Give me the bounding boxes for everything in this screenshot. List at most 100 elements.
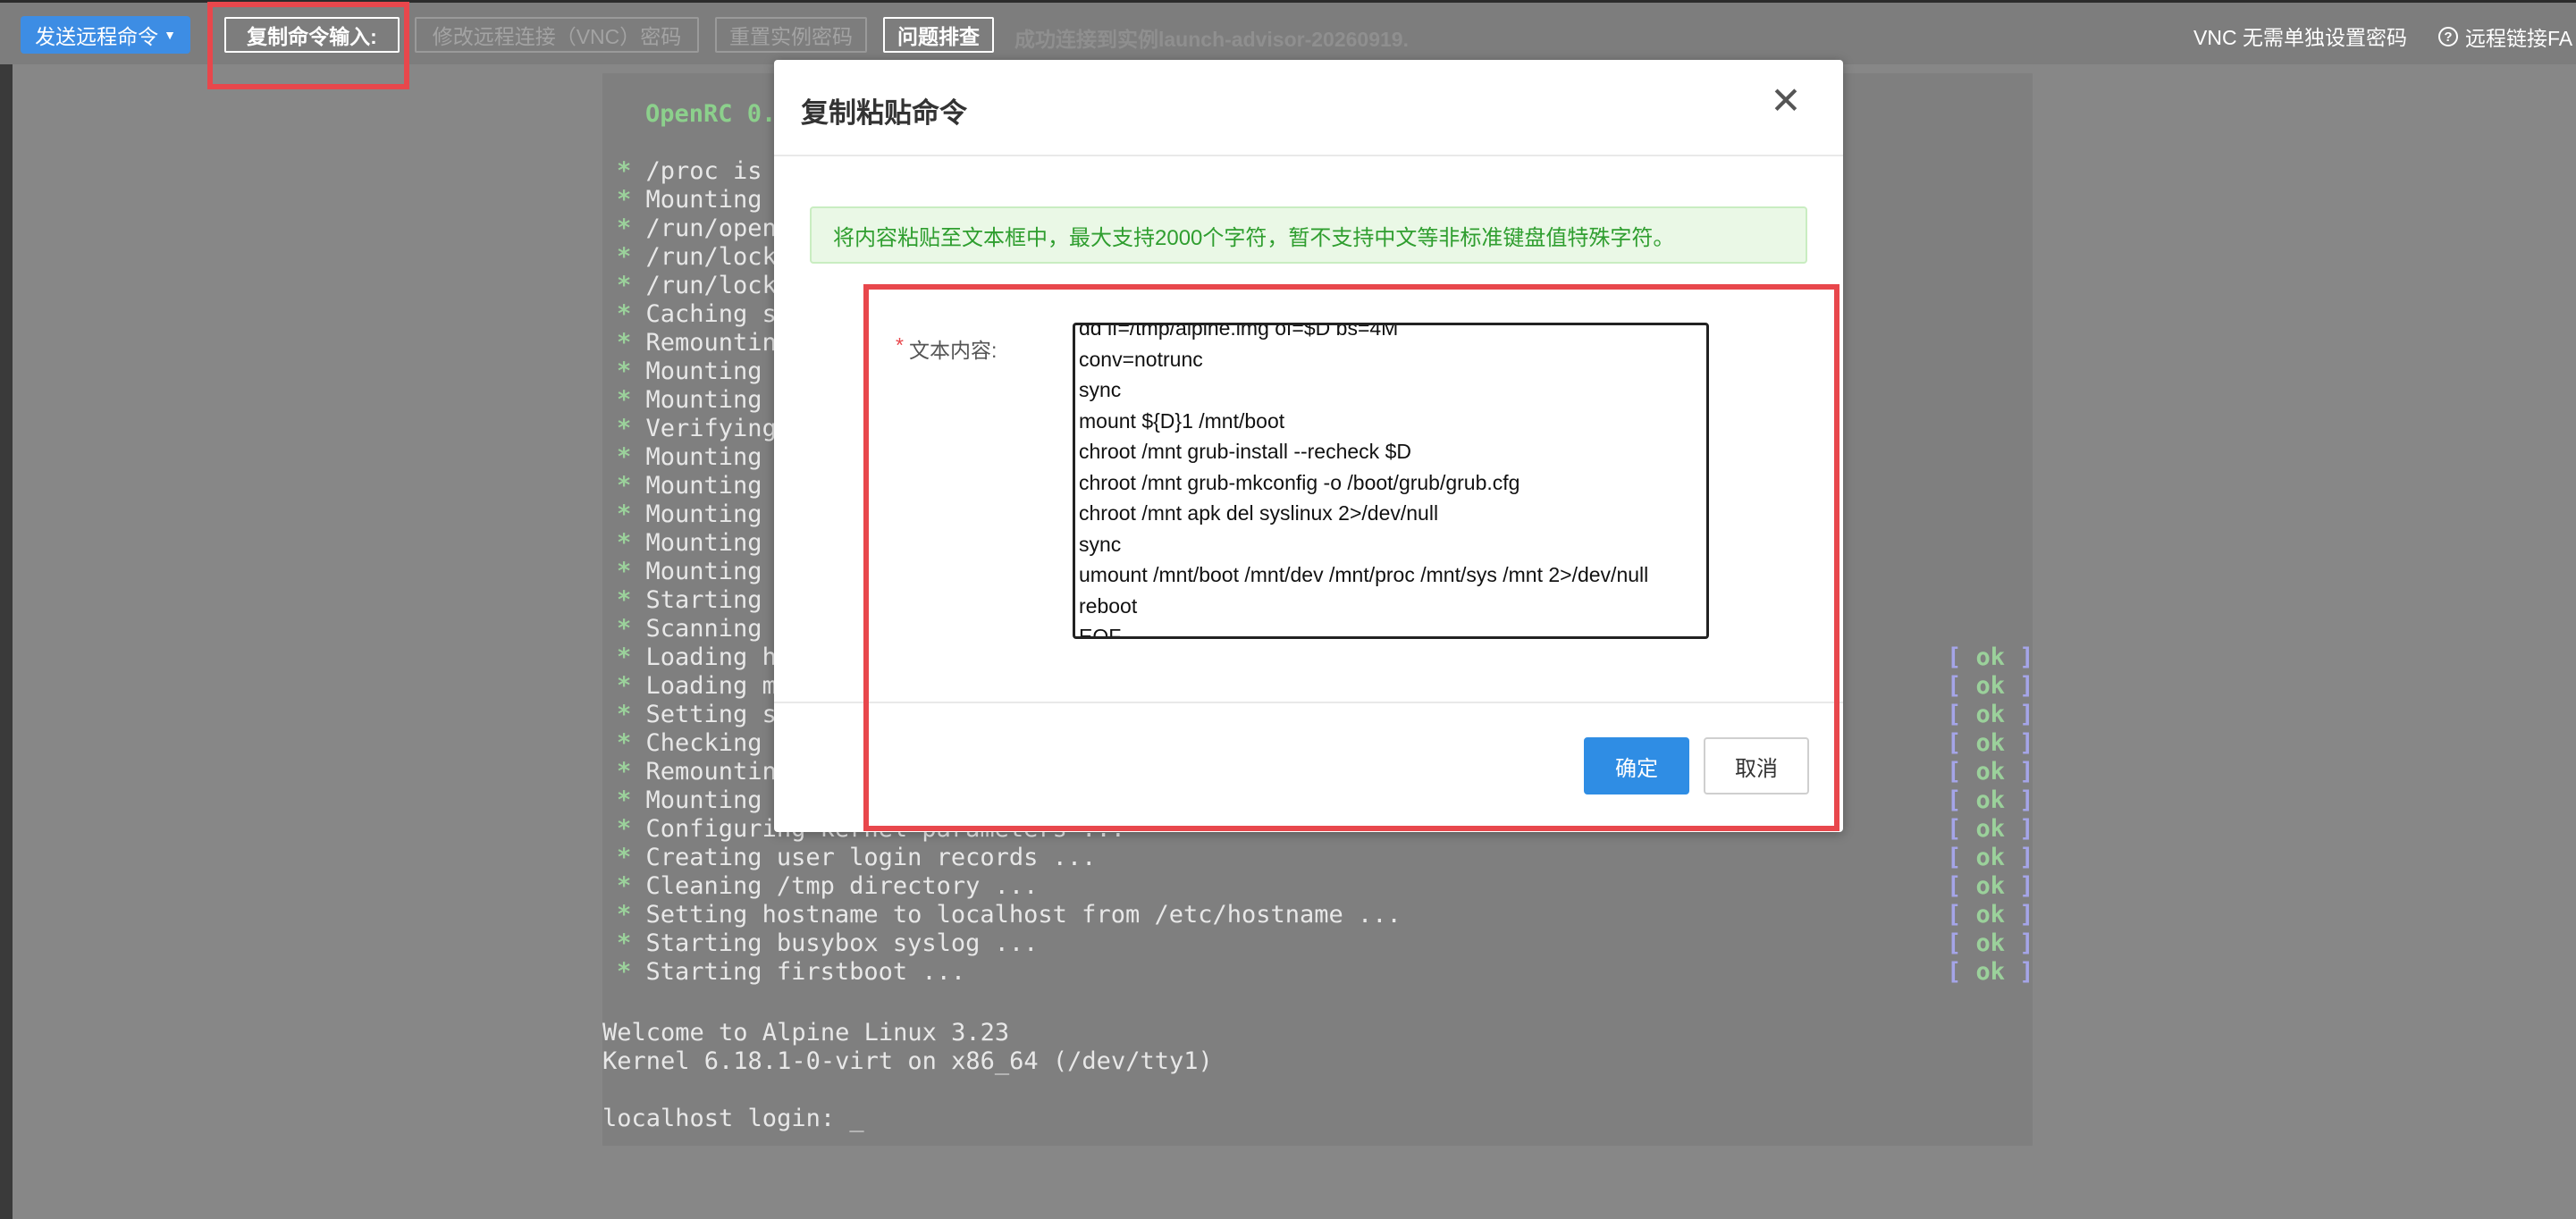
textarea-line: umount /mnt/boot /mnt/dev /mnt/proc /mnt… [1079,563,1649,586]
boot-log-bullet: * [617,701,632,728]
textarea-line: chroot /mnt grub-mkconfig -o /boot/grub/… [1079,470,1520,494]
ok-text: ok [1975,672,2006,700]
ok-text: ok [1975,758,2006,786]
reset-instance-password-button[interactable]: 重置实例密码 [715,17,867,53]
boot-log-text: Mounting [631,786,762,814]
boot-status-column: [ ok ][ ok ][ ok ][ ok ][ ok ][ ok ][ ok… [1947,643,2034,987]
textarea-line: conv=notrunc [1079,347,1203,371]
textarea-line: dd if=/tmp/alpine.img of=$D bs=4M [1079,323,1399,340]
boot-log-text: Mounting [631,472,762,500]
dialog-header: 复制粘贴命令 ✕ [774,60,1843,156]
boot-log-text: Cleaning /tmp directory ... [631,872,1039,900]
boot-status-ok: [ ok ] [1947,901,2034,929]
boot-log-bullet: * [617,586,632,614]
ok-text: ok [1975,872,2006,900]
textarea-line: reboot [1079,593,1138,618]
dialog-title: 复制粘贴命令 [801,97,967,129]
boot-log-bullet: * [617,901,632,929]
textarea-lines: dd if=/tmp/alpine.img of=$D bs=4M conv=no… [1079,323,1649,636]
boot-log-bullet: * [617,272,632,299]
boot-log-bullet: * [617,558,632,585]
bracket-open: [ [1947,815,1976,843]
boot-log-text: Setting hostname to localhost from /etc/… [631,901,1402,929]
boot-log-bullet: * [617,329,632,357]
boot-status-ok: [ ok ] [1947,815,2034,844]
console-footer-line: Kernel 6.18.1-0-virt on x86_64 (/dev/tty… [602,1047,1213,1075]
ok-text: ok [1975,901,2006,929]
boot-log-bullet: * [617,529,632,557]
textarea-line: sync [1079,532,1122,556]
textarea-line: chroot /mnt grub-install --recheck $D [1079,440,1411,463]
bracket-open: [ [1947,701,1976,728]
troubleshoot-button[interactable]: 问题排查 [883,17,994,53]
boot-log-bullet: * [617,415,632,442]
dialog-footer-divider [774,702,1843,703]
console-footer-line: Welcome to Alpine Linux 3.23 [602,1019,1010,1047]
boot-log-bullet: * [617,214,632,242]
boot-log-line: * Creating user login records ... [617,844,1402,872]
ok-text: ok [1975,815,2006,843]
connection-status: 成功连接到实例launch-advisor-20260919. [1014,28,1409,51]
boot-log-text: /proc is [631,157,762,185]
boot-log-line: * Cleaning /tmp directory ... [617,872,1402,901]
boot-log-text: Starting firstboot ... [631,958,966,986]
bracket-close: ] [2005,815,2034,843]
change-vnc-password-button[interactable]: 修改远程连接（VNC）密码 [415,17,699,53]
boot-status-ok: [ ok ] [1947,958,2034,987]
boot-log-text: Mounting [631,558,762,585]
boot-log-text: Remountin [631,758,777,786]
confirm-button[interactable]: 确定 [1584,737,1689,794]
boot-log-text: Remountin [631,329,777,357]
bracket-open: [ [1947,672,1976,700]
cancel-button[interactable]: 取消 [1704,737,1809,794]
boot-status-ok: [ ok ] [1947,672,2034,701]
boot-log-bullet: * [617,500,632,528]
boot-log-bullet: * [617,300,632,328]
close-icon[interactable]: ✕ [1768,82,1804,120]
bracket-close: ] [2005,729,2034,757]
send-remote-command-button[interactable]: 发送远程命令 ▼ [21,16,190,54]
bracket-close: ] [2005,672,2034,700]
bracket-open: [ [1947,929,1976,957]
boot-log-text: Loading m [631,672,777,700]
boot-log-bullet: * [617,472,632,500]
bracket-close: ] [2005,786,2034,814]
bracket-open: [ [1947,844,1976,871]
textarea-line: mount ${D}1 /mnt/boot [1079,408,1285,433]
boot-log-text: /run/lock [631,243,777,271]
boot-log-line: * Starting firstboot ... [617,958,1402,987]
boot-log-text: Verifying [631,415,777,442]
console-footer-line: localhost login: _ [602,1105,864,1132]
bracket-close: ] [2005,958,2034,986]
console-footer-line [602,1076,1213,1105]
ok-text: ok [1975,729,2006,757]
boot-log-text: Starting [631,586,762,614]
openrc-header: OpenRC 0. [645,100,777,128]
bracket-open: [ [1947,729,1976,757]
boot-log-text: /run/lock [631,272,777,299]
text-content-textarea[interactable]: dd if=/tmp/alpine.img of=$D bs=4M conv=no… [1073,323,1709,639]
boot-log-text: Loading h [631,643,777,671]
bracket-open: [ [1947,786,1976,814]
ok-text: ok [1975,786,2006,814]
boot-log-bullet: * [617,872,632,900]
required-mark: * [896,333,904,357]
send-remote-command-label: 发送远程命令 [35,25,159,48]
boot-log-text: Checking [631,729,762,757]
chevron-down-icon: ▼ [164,28,176,42]
boot-log-bullet: * [617,386,632,414]
boot-log-bullet: * [617,758,632,786]
boot-log-text: Caching s [631,300,777,328]
boot-log-bullet: * [617,815,632,843]
highlight-box-copy-button [207,2,409,89]
remote-link-faq-link[interactable]: ? 远程链接FA [2438,21,2572,52]
bracket-close: ] [2005,844,2034,871]
boot-status-ok: [ ok ] [1947,758,2034,786]
boot-status-ok: [ ok ] [1947,929,2034,958]
boot-status-ok: [ ok ] [1947,643,2034,672]
boot-log-bullet: * [617,186,632,214]
boot-log-bullet: * [617,958,632,986]
question-circle-icon: ? [2438,27,2458,46]
boot-log-text: Mounting [631,186,762,214]
vnc-password-note: VNC 无需单独设置密码 [2193,26,2407,49]
